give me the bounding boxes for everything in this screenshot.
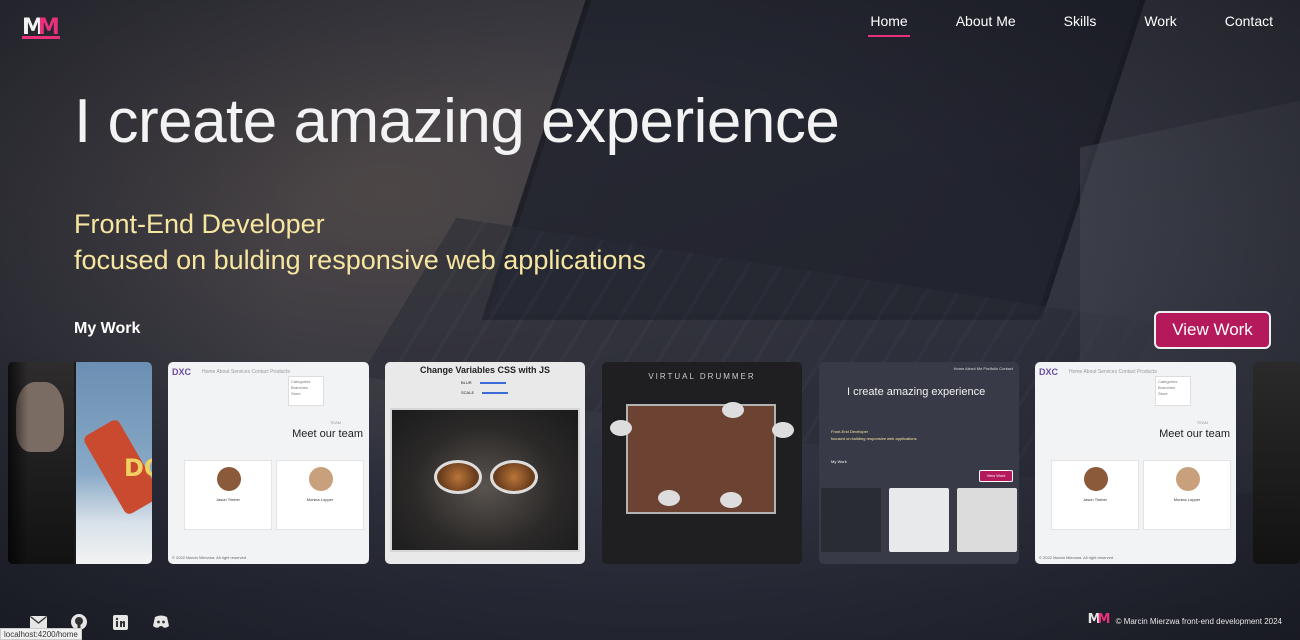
hero-subtitle: Front-End Developer focused on bulding r…	[74, 209, 646, 275]
work-card-partial-left[interactable]: DO	[8, 362, 152, 564]
site-logo[interactable]: M M	[22, 9, 60, 39]
status-bar-url: localhost:4200/home	[0, 628, 82, 640]
footer-logo: MM	[1087, 612, 1111, 627]
drum-kit-image	[626, 404, 776, 514]
nav-home[interactable]: Home	[868, 13, 911, 37]
work-card-css-variables[interactable]: Change Variables CSS with JS BLUR SCALE	[385, 362, 585, 564]
nav-about-me[interactable]: About Me	[956, 13, 1016, 37]
discord-icon[interactable]	[149, 610, 173, 634]
site-header: M M Home About Me Skills Work Contact	[0, 0, 1300, 46]
my-work-heading: My Work	[74, 320, 141, 337]
avatar	[309, 467, 333, 491]
avatar	[1176, 467, 1200, 491]
work-card-dxc-team-2[interactable]: DXC Home About Services Contact Products…	[1035, 362, 1236, 564]
nav-contact[interactable]: Contact	[1225, 13, 1273, 37]
main-nav: Home About Me Skills Work Contact	[822, 13, 1273, 37]
view-work-button[interactable]: View Work	[1154, 311, 1271, 349]
work-card-portfolio[interactable]: Home About Me Portfolio Contact I create…	[819, 362, 1019, 564]
work-card-partial-right[interactable]	[1253, 362, 1300, 564]
avatar	[217, 467, 241, 491]
linkedin-icon[interactable]	[108, 610, 132, 634]
work-card-virtual-drummer[interactable]: VIRTUAL DRUMMER	[602, 362, 802, 564]
footer-copyright: MM © Marcin Mierzwa front-end developmen…	[1088, 612, 1282, 630]
avatar	[1084, 467, 1108, 491]
hero-title: I create amazing experience	[74, 87, 840, 156]
cat-image	[390, 408, 580, 552]
nav-work[interactable]: Work	[1144, 13, 1176, 37]
nav-skills[interactable]: Skills	[1064, 13, 1097, 37]
work-card-dxc-team[interactable]: DXC Home About Services Contact Products…	[168, 362, 369, 564]
